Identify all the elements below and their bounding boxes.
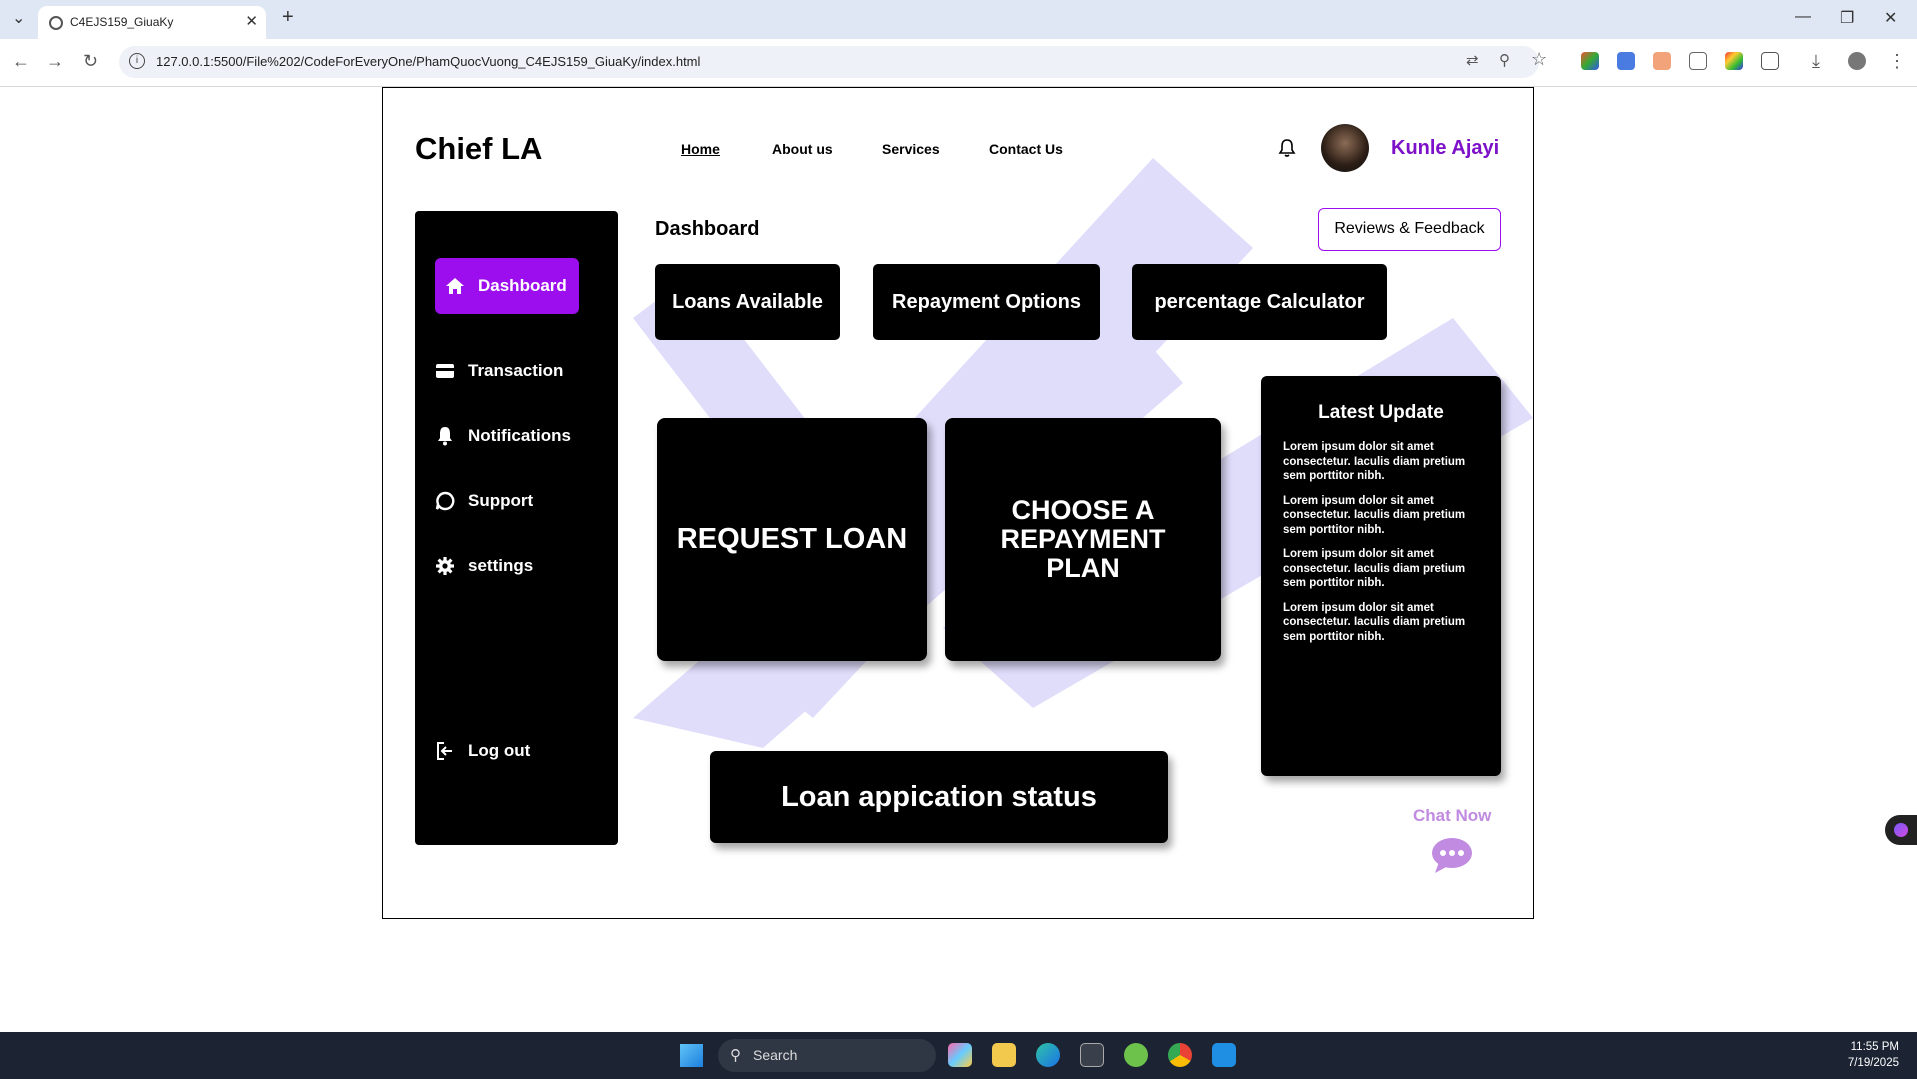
sidebar-item-label: Notifications bbox=[468, 426, 571, 445]
vscode-icon[interactable] bbox=[1212, 1043, 1236, 1067]
nav-home-link[interactable]: Home bbox=[681, 141, 720, 157]
windows-start-icon[interactable] bbox=[680, 1044, 703, 1067]
copilot-icon[interactable] bbox=[948, 1043, 972, 1067]
google-translate-icon[interactable] bbox=[1617, 52, 1635, 70]
assistant-icon bbox=[1894, 823, 1908, 837]
user-avatar[interactable] bbox=[1321, 124, 1369, 172]
menu-dots-icon[interactable]: ⋮ bbox=[1888, 51, 1906, 72]
side-panel-toggle[interactable] bbox=[1885, 815, 1917, 845]
extensions-puzzle-icon[interactable] bbox=[1761, 52, 1779, 70]
reviews-feedback-button[interactable]: Reviews & Feedback bbox=[1318, 208, 1501, 251]
sidebar-item-settings[interactable]: settings bbox=[435, 538, 533, 594]
sidebar: Dashboard Transaction Notifications Supp… bbox=[415, 211, 618, 845]
logout-label: Log out bbox=[468, 741, 531, 760]
clock-date: 7/19/2025 bbox=[1847, 1057, 1899, 1069]
file-explorer-icon[interactable] bbox=[992, 1043, 1016, 1067]
notification-bell-icon[interactable] bbox=[1278, 138, 1296, 158]
request-loan-card[interactable]: REQUEST LOAN bbox=[657, 418, 927, 661]
sidebar-item-label: Support bbox=[468, 491, 534, 510]
globe-icon bbox=[49, 16, 63, 30]
close-tab-icon[interactable]: ✕ bbox=[245, 12, 258, 30]
user-name[interactable]: Kunle Ajayi bbox=[1391, 137, 1499, 160]
chat-now-label[interactable]: Chat Now bbox=[1413, 806, 1491, 826]
site-info-icon[interactable]: i bbox=[129, 53, 145, 69]
logout-icon bbox=[437, 742, 452, 760]
bell-icon bbox=[438, 427, 452, 446]
repayment-options-button[interactable]: Repayment Options bbox=[873, 264, 1100, 340]
clock-time: 11:55 PM bbox=[1850, 1041, 1899, 1053]
new-tab-icon[interactable]: + bbox=[282, 6, 294, 29]
extension-icon[interactable] bbox=[1653, 52, 1671, 70]
app-icon[interactable] bbox=[1080, 1043, 1104, 1067]
sidebar-item-label: Dashboard bbox=[478, 276, 567, 295]
latest-update-item: Lorem ipsum dolor sit amet consectetur. … bbox=[1283, 548, 1466, 589]
restore-icon[interactable]: ❐ bbox=[1840, 8, 1854, 28]
tab-title: C4EJS159_GiuaKy bbox=[70, 15, 174, 29]
percentage-calculator-button[interactable]: percentage Calculator bbox=[1132, 264, 1387, 340]
forward-icon[interactable]: → bbox=[46, 51, 64, 72]
repayment-plan-card[interactable]: CHOOSE A REPAYMENT PLAN bbox=[945, 418, 1221, 661]
home-icon bbox=[446, 278, 464, 294]
reload-icon[interactable]: ↻ bbox=[83, 51, 98, 72]
sidebar-item-label: settings bbox=[468, 556, 534, 575]
loan-status-card[interactable]: Loan appication status bbox=[710, 751, 1168, 843]
download-icon[interactable]: ⤓ bbox=[1812, 51, 1820, 72]
loans-available-button[interactable]: Loans Available bbox=[655, 264, 840, 340]
site-logo[interactable]: Chief LA bbox=[415, 131, 542, 167]
chat-icon bbox=[435, 491, 455, 511]
chrome-icon[interactable] bbox=[1168, 1043, 1192, 1067]
nav-contact-link[interactable]: Contact Us bbox=[989, 141, 1063, 157]
search-icon: ⚲ bbox=[730, 1047, 741, 1064]
latest-update-panel: Latest Update Lorem ipsum dolor sit amet… bbox=[1261, 376, 1501, 776]
url-text: 127.0.0.1:5500/File%202/CodeForEveryOne/… bbox=[156, 54, 701, 69]
browser-tab-bar: ⌄ C4EJS159_GiuaKy ✕ + — ❐ ✕ bbox=[0, 0, 1917, 39]
windows-taskbar: ⚲ Search 11:55 PM 7/19/2025 bbox=[0, 1032, 1917, 1079]
zoom-icon[interactable]: ⚲ bbox=[1499, 51, 1510, 69]
sidebar-item-support[interactable]: Support bbox=[435, 473, 533, 529]
minimize-icon[interactable]: — bbox=[1795, 8, 1811, 26]
taskbar-search[interactable]: ⚲ Search bbox=[718, 1039, 936, 1072]
tab-list-chevron-icon[interactable]: ⌄ bbox=[12, 8, 25, 28]
web-page: Chief LA Home About us Services Contact … bbox=[382, 87, 1534, 919]
sidebar-item-transaction[interactable]: Transaction bbox=[435, 343, 563, 399]
edge-icon[interactable] bbox=[1036, 1043, 1060, 1067]
translate-icon[interactable]: ⇄ bbox=[1466, 51, 1479, 69]
chat-bubble-icon[interactable] bbox=[1431, 836, 1473, 874]
latest-update-title: Latest Update bbox=[1318, 402, 1444, 423]
page-title: Dashboard bbox=[655, 218, 760, 240]
card-icon bbox=[436, 364, 454, 378]
close-window-icon[interactable]: ✕ bbox=[1884, 8, 1897, 28]
logout-button[interactable]: Log out bbox=[435, 723, 530, 779]
gear-icon bbox=[436, 557, 454, 575]
system-clock[interactable]: 11:55 PM 7/19/2025 bbox=[1848, 1039, 1899, 1071]
color-picker-icon[interactable] bbox=[1725, 52, 1743, 70]
browser-tab[interactable]: C4EJS159_GiuaKy ✕ bbox=[38, 6, 266, 39]
back-icon[interactable]: ← bbox=[12, 51, 30, 72]
profile-avatar-icon[interactable] bbox=[1848, 52, 1866, 70]
nav-services-link[interactable]: Services bbox=[882, 141, 940, 157]
nav-about-link[interactable]: About us bbox=[772, 141, 833, 157]
extension-icon[interactable] bbox=[1581, 52, 1599, 70]
extension-icon[interactable] bbox=[1689, 52, 1707, 70]
bookmark-star-icon[interactable]: ☆ bbox=[1531, 49, 1547, 70]
latest-update-item: Lorem ipsum dolor sit amet consectetur. … bbox=[1283, 601, 1466, 643]
sidebar-item-dashboard[interactable]: Dashboard bbox=[435, 258, 579, 314]
address-toolbar: ← → ↻ i 127.0.0.1:5500/File%202/CodeForE… bbox=[0, 39, 1917, 87]
url-bar[interactable]: i 127.0.0.1:5500/File%202/CodeForEveryOn… bbox=[119, 46, 1547, 78]
sidebar-item-label: Transaction bbox=[468, 361, 564, 380]
sidebar-item-notifications[interactable]: Notifications bbox=[435, 408, 571, 464]
app-icon[interactable] bbox=[1124, 1043, 1148, 1067]
latest-update-item: Lorem ipsum dolor sit amet consectetur. … bbox=[1283, 441, 1466, 482]
search-placeholder: Search bbox=[753, 1047, 798, 1063]
latest-update-item: Lorem ipsum dolor sit amet consectetur. … bbox=[1283, 494, 1466, 536]
